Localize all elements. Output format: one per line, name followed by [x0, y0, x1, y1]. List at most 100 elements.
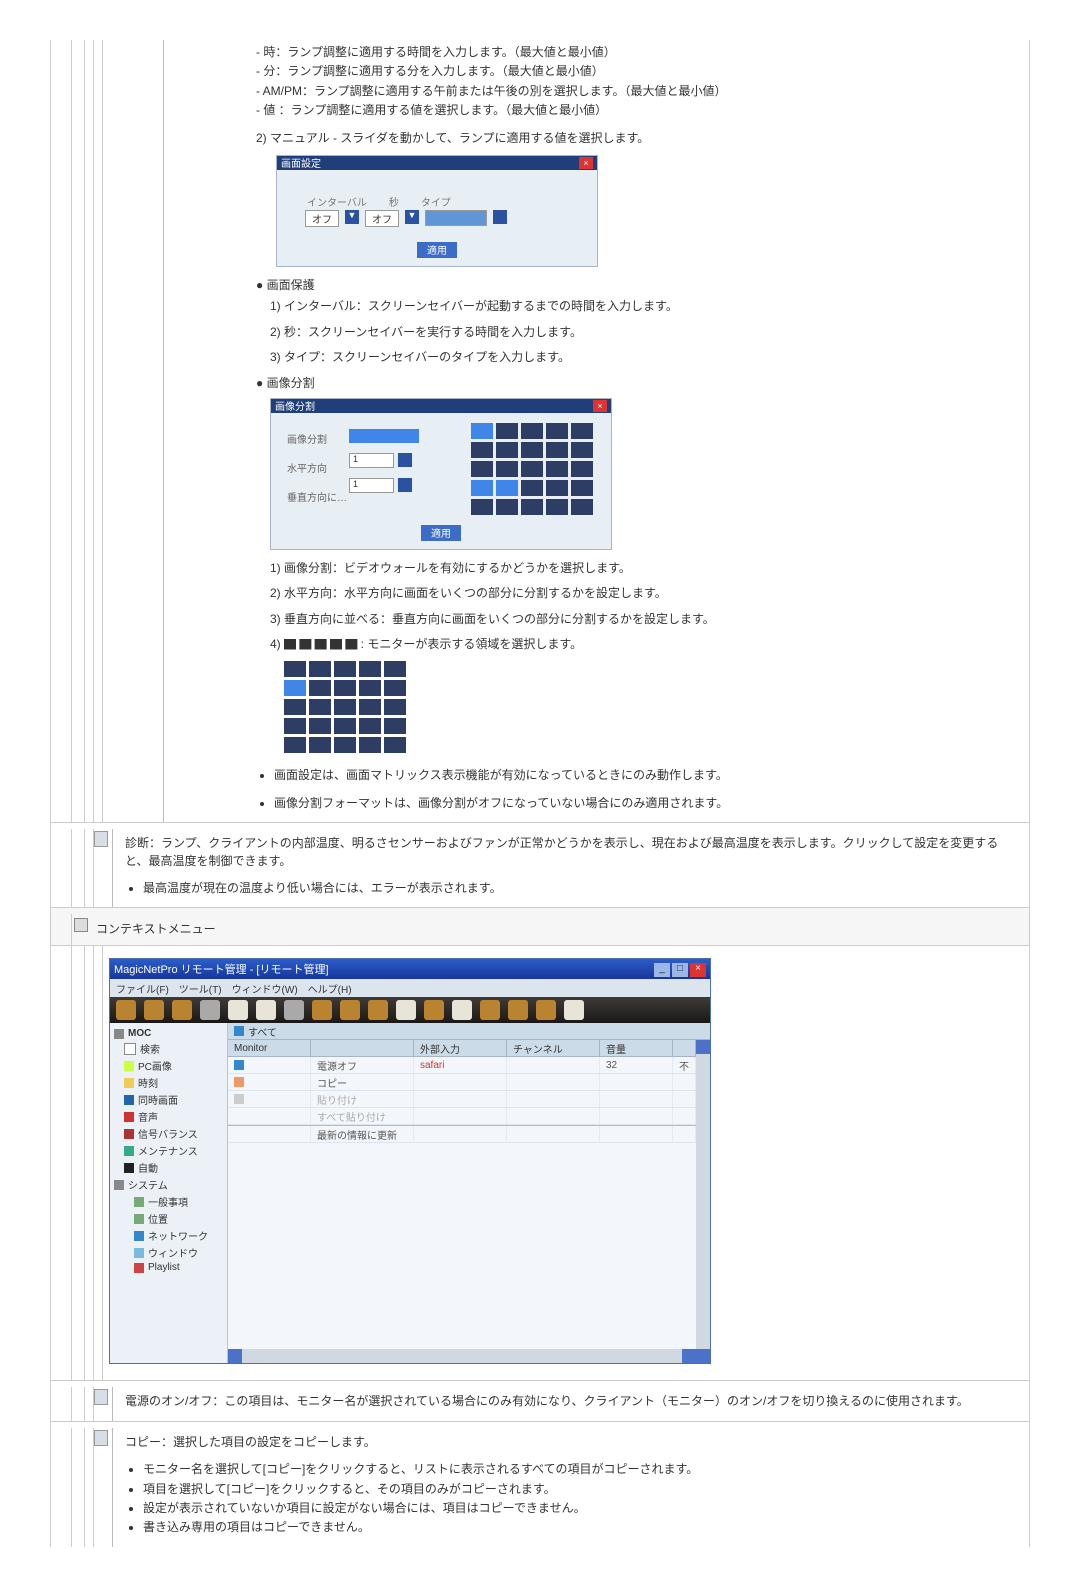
- tree-item[interactable]: 検索: [140, 1041, 160, 1056]
- tree-item[interactable]: 一般事項: [148, 1194, 188, 1209]
- tree-item[interactable]: 時刻: [138, 1075, 158, 1090]
- tree-item[interactable]: Playlist: [148, 1262, 180, 1273]
- list-header: Monitor 外部入力 チャンネル 音量: [228, 1040, 696, 1057]
- screen-protect-heading: ● 画面保護: [256, 277, 1021, 294]
- tree-item[interactable]: 信号バランス: [138, 1126, 198, 1141]
- toolbar[interactable]: [110, 997, 710, 1023]
- note-icon: [94, 1430, 108, 1446]
- tile-matrix[interactable]: [471, 423, 593, 515]
- apply-button[interactable]: 適用: [417, 242, 457, 258]
- toolbar-button[interactable]: [172, 1000, 192, 1020]
- scroll-right-icon: [682, 1349, 696, 1363]
- note-icon: [94, 1389, 108, 1405]
- toolbar-button[interactable]: [200, 1000, 220, 1020]
- lamp-item: 時：ランプ調整に適用する時間を入力します。（最大値と最小値）: [256, 44, 1021, 61]
- stepper-icon[interactable]: [398, 478, 412, 492]
- sp-item: 3) タイプ：スクリーンセイバーのタイプを入力します。: [270, 349, 1021, 366]
- tree-panel[interactable]: MOC 検索 PC画像 時刻 同時画面 音声 信号バランス メンテナンス 自動 …: [110, 1023, 228, 1363]
- toolbar-button[interactable]: [536, 1000, 556, 1020]
- toolbar-button[interactable]: [116, 1000, 136, 1020]
- copy-note: 項目を選択して[コピー]をクリックすると、その項目のみがコピーされます。: [143, 1481, 1021, 1498]
- context-menu-heading: コンテキストメニュー: [96, 916, 1023, 941]
- field[interactable]: オフ: [365, 210, 399, 227]
- menu-item[interactable]: ウィンドウ(W): [232, 981, 298, 996]
- app-window: MagicNetPro リモート管理 - [リモート管理] _□× ファイル(F…: [109, 958, 711, 1364]
- list-row[interactable]: 最新の情報に更新: [228, 1125, 696, 1143]
- id-note: 画面設定は、画面マトリックス表示機能が有効になっているときにのみ動作します。: [274, 767, 1021, 784]
- sp-item: 1) インターバル：スクリーンセイバーが起動するまでの時間を入力します。: [270, 298, 1021, 315]
- dialog-title: 画像分割: [275, 398, 315, 413]
- row-icon: [234, 1077, 244, 1087]
- tab-icon: [234, 1026, 244, 1036]
- screen-setting-dialog: 画面設定 × インターバル 秒 タイプ オフ ▼ オフ ▼: [276, 155, 598, 267]
- window-controls[interactable]: _□×: [652, 962, 706, 977]
- label: 秒: [389, 194, 399, 209]
- close-icon[interactable]: ×: [593, 400, 607, 412]
- tile-matrix-sample: [284, 661, 1021, 753]
- toolbar-button[interactable]: [452, 1000, 472, 1020]
- slider-handle[interactable]: [493, 210, 507, 224]
- toolbar-button[interactable]: [564, 1000, 584, 1020]
- toolbar-button[interactable]: [228, 1000, 248, 1020]
- toolbar-button[interactable]: [368, 1000, 388, 1020]
- tree-item[interactable]: メンテナンス: [138, 1143, 198, 1158]
- toolbar-button[interactable]: [396, 1000, 416, 1020]
- toolbar-button[interactable]: [480, 1000, 500, 1020]
- field[interactable]: オフ: [305, 210, 339, 227]
- app-titlebar: MagicNetPro リモート管理 - [リモート管理] _□×: [110, 959, 710, 979]
- lamp-adjust-list: 時：ランプ調整に適用する時間を入力します。（最大値と最小値） 分：ランプ調整に適…: [256, 44, 1021, 120]
- menu-item[interactable]: ヘルプ(H): [308, 981, 352, 996]
- list-row[interactable]: 電源オフ safari 32 不: [228, 1057, 696, 1074]
- copy-note: 書き込み専用の項目はコピーできません。: [143, 1519, 1021, 1536]
- minimize-icon: _: [654, 963, 670, 977]
- toolbar-button[interactable]: [312, 1000, 332, 1020]
- sp-item: 2) 秒：スクリーンセイバーを実行する時間を入力します。: [270, 324, 1021, 341]
- copy-heading: コピー：選択した項目の設定をコピーします。: [125, 1432, 1021, 1453]
- id-item: 1) 画像分割：ビデオウォールを有効にするかどうかを選択します。: [270, 560, 1021, 577]
- toolbar-button[interactable]: [284, 1000, 304, 1020]
- lamp-item: AM/PM：ランプ調整に適用する午前または午後の別を選択します。（最大値と最小値…: [256, 83, 1021, 100]
- tree-item[interactable]: 自動: [138, 1160, 158, 1175]
- note-icon: [94, 831, 108, 847]
- row-icon: [234, 1094, 244, 1104]
- field[interactable]: 1: [349, 453, 394, 468]
- id-item: 4) ▇ ▇ ▇ ▇ ▇ : モニターが表示する領域を選択します。: [270, 636, 1021, 653]
- list-tab[interactable]: すべて: [228, 1023, 710, 1040]
- lamp-item: 分：ランプ調整に適用する分を入力します。（最大値と最小値）: [256, 63, 1021, 80]
- toolbar-button[interactable]: [256, 1000, 276, 1020]
- close-icon[interactable]: ×: [579, 157, 593, 169]
- menubar[interactable]: ファイル(F) ツール(T) ウィンドウ(W) ヘルプ(H): [110, 979, 710, 997]
- tree-item[interactable]: システム: [128, 1177, 168, 1192]
- tree-item[interactable]: 同時画面: [138, 1092, 178, 1107]
- tree-item[interactable]: 位置: [148, 1211, 168, 1226]
- id-item: 2) 水平方向：水平方向に画面をいくつの部分に分割するかを設定します。: [270, 585, 1021, 602]
- apply-button[interactable]: 適用: [421, 525, 461, 541]
- slider[interactable]: [425, 210, 487, 226]
- toolbar-button[interactable]: [144, 1000, 164, 1020]
- chevron-down-icon[interactable]: ▼: [345, 210, 359, 224]
- scroll-up-icon: [696, 1040, 710, 1054]
- menu-item[interactable]: ツール(T): [179, 981, 222, 996]
- chevron-down-icon[interactable]: ▼: [405, 210, 419, 224]
- tree-item[interactable]: 音声: [138, 1109, 158, 1124]
- toolbar-button[interactable]: [508, 1000, 528, 1020]
- tree-root[interactable]: MOC: [128, 1028, 151, 1039]
- close-icon: ×: [690, 963, 706, 977]
- stepper-icon[interactable]: [398, 453, 412, 467]
- toolbar-button[interactable]: [340, 1000, 360, 1020]
- tree-item[interactable]: ウィンドウ: [148, 1245, 198, 1260]
- dialog-title: 画面設定: [281, 155, 321, 170]
- list-row[interactable]: すべて貼り付け: [228, 1108, 696, 1125]
- list-row[interactable]: 貼り付け: [228, 1091, 696, 1108]
- copy-note: モニター名を選択して[コピー]をクリックすると、リストに表示されるすべての項目が…: [143, 1461, 1021, 1478]
- tree-item[interactable]: PC画像: [138, 1058, 172, 1073]
- list-row[interactable]: コピー: [228, 1074, 696, 1091]
- toolbar-button[interactable]: [424, 1000, 444, 1020]
- tree-item[interactable]: ネットワーク: [148, 1228, 208, 1243]
- field[interactable]: 1: [349, 478, 394, 493]
- menu-item[interactable]: ファイル(F): [116, 981, 169, 996]
- hscrollbar[interactable]: [228, 1349, 696, 1363]
- scroll-left-icon: [228, 1349, 242, 1363]
- vscrollbar[interactable]: [696, 1040, 710, 1363]
- slider[interactable]: [349, 429, 419, 443]
